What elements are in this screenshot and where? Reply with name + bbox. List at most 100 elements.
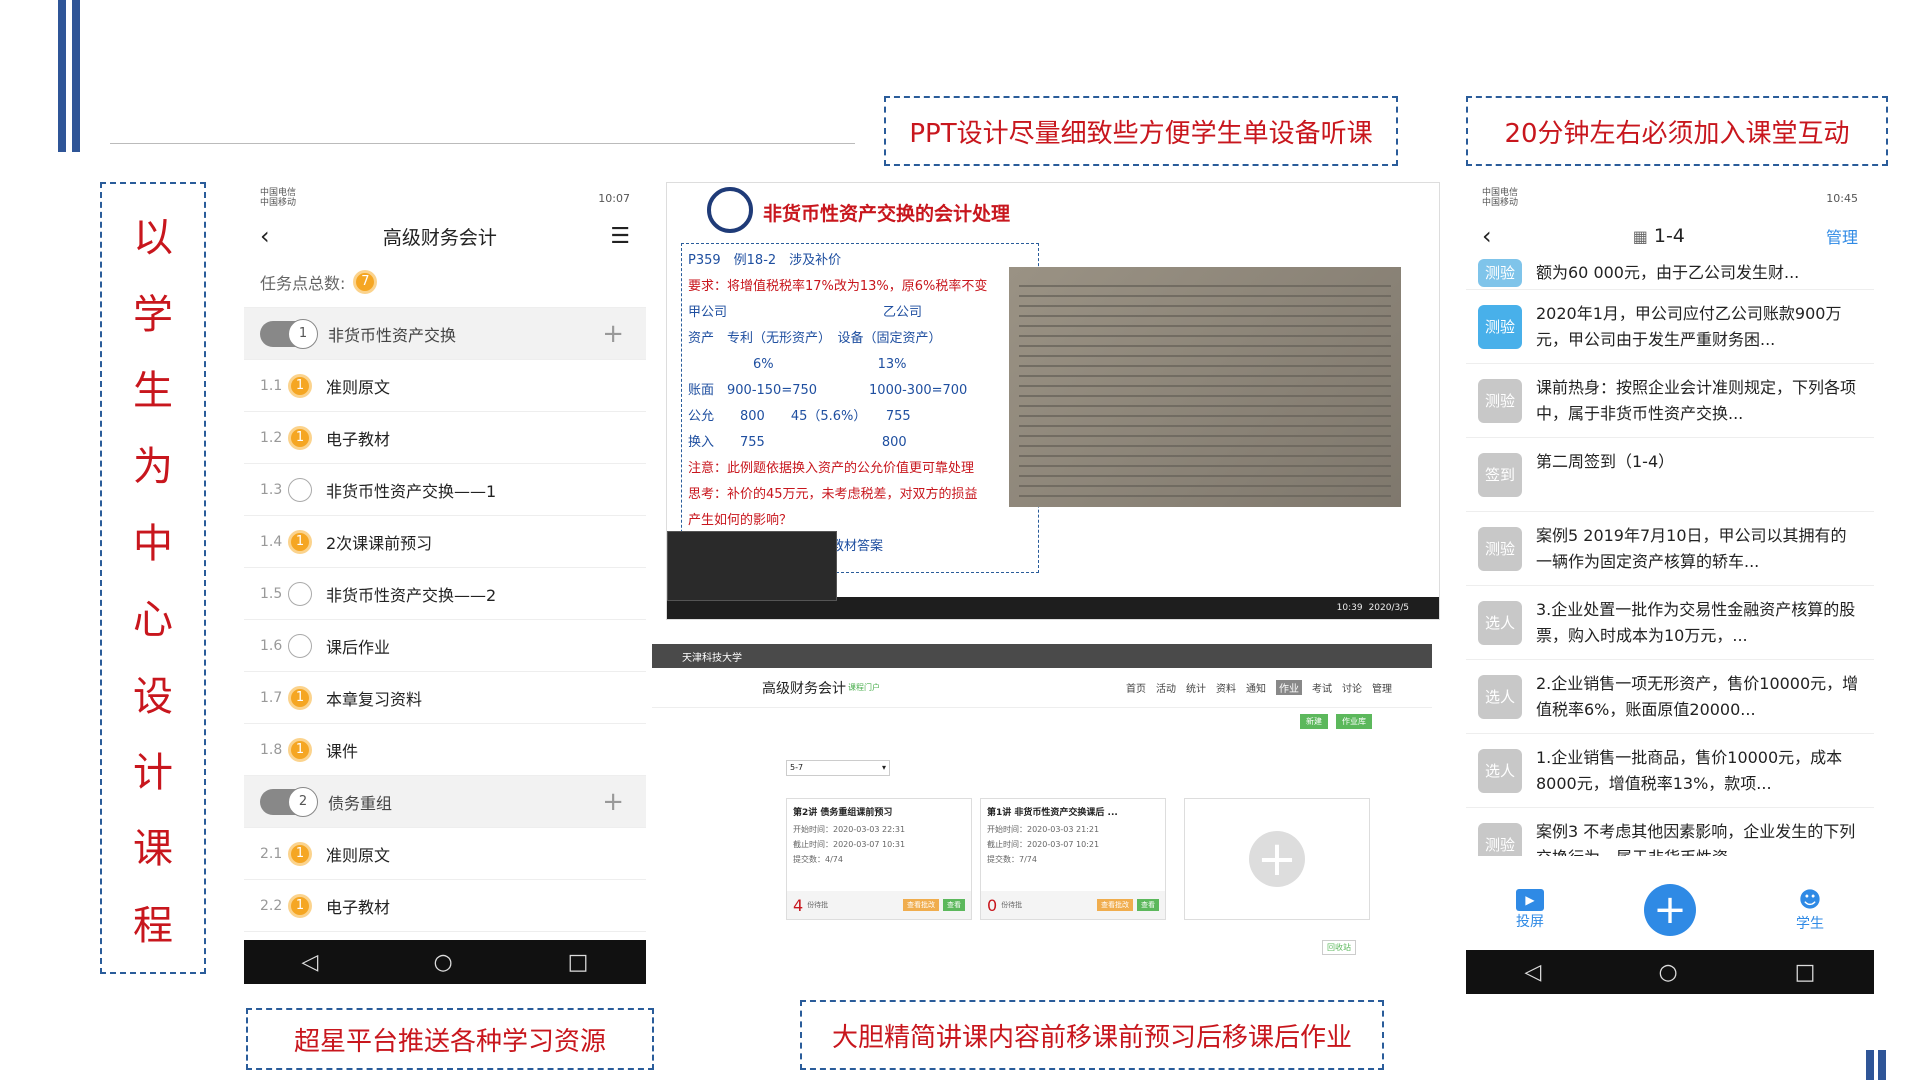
list-item[interactable]: 2.2 1 电子教材: [244, 880, 646, 932]
activity-item[interactable]: 选人 1.企业销售一批商品，售价10000元，成本8000元，增值税率13%，款项…: [1466, 734, 1874, 808]
back-icon[interactable]: ‹: [1482, 222, 1492, 250]
chapter-toggle[interactable]: 1: [260, 318, 318, 349]
item-label: 非货币性资产交换——1: [326, 481, 497, 501]
android-nav: ◁ ○ □: [244, 940, 646, 984]
students-tab[interactable]: ☻ 学生: [1796, 888, 1824, 933]
chapter-index: 2: [288, 786, 318, 817]
item-label: 准则原文: [326, 377, 391, 397]
nav-tab[interactable]: 统计: [1186, 680, 1206, 695]
projection-tab[interactable]: ▶ 投屏: [1516, 889, 1544, 931]
vertical-title-char: 计: [133, 749, 173, 796]
qr-icon[interactable]: ▦: [1633, 227, 1648, 246]
empty-circle-icon: [288, 477, 312, 502]
item-number: 1.5: [260, 585, 283, 602]
carrier-text: 中国电信 中国移动: [260, 188, 297, 208]
menu-icon[interactable]: ☰: [610, 224, 630, 249]
empty-circle-icon: [288, 633, 312, 658]
review-button[interactable]: 查看批改: [903, 899, 939, 911]
activity-tag: 测验: [1478, 258, 1522, 287]
nav-tab[interactable]: 资料: [1216, 680, 1236, 695]
filter-select[interactable]: 5-7 ▾: [786, 760, 890, 776]
back-triangle-icon[interactable]: ◁: [302, 950, 319, 975]
back-icon[interactable]: ‹: [260, 222, 270, 250]
chapter-toggle[interactable]: 2: [260, 786, 318, 817]
activity-item[interactable]: 选人 2.企业销售一项无形资产，售价10000元，增值税率6%，账面原值20000…: [1466, 660, 1874, 734]
web-header: 高级财务会计 课程门户 首页 活动 统计 资料 通知 作业 考试 讨论 管理: [652, 668, 1432, 708]
status-time: 10:07: [598, 191, 630, 205]
add-icon[interactable]: +: [602, 319, 624, 349]
task-badge: 1: [288, 373, 312, 398]
add-icon[interactable]: +: [602, 787, 624, 817]
home-circle-icon[interactable]: ○: [433, 950, 452, 975]
nav-tab[interactable]: 考试: [1312, 680, 1332, 695]
chapter-header[interactable]: 1 非货币性资产交换 +: [244, 308, 646, 360]
item-number: 2.1: [260, 845, 283, 862]
nav-tab[interactable]: 通知: [1246, 680, 1266, 695]
new-button[interactable]: 新建: [1300, 714, 1328, 729]
activity-item[interactable]: 签到 第二周签到（1-4）: [1466, 438, 1874, 512]
activity-text: 第二周签到（1-4）: [1536, 451, 1675, 471]
activity-item[interactable]: 测验 额为60 000元，由于乙公司发生财...: [1466, 256, 1874, 290]
item-number: 1.6: [260, 637, 283, 654]
list-item[interactable]: 1.4 1 2次课课前预习: [244, 516, 646, 568]
activity-item[interactable]: 选人 3.企业处置一批作为交易性金融资产核算的股票，购入时成本为10万元，...: [1466, 586, 1874, 660]
recents-square-icon[interactable]: □: [1795, 960, 1816, 985]
library-button[interactable]: 作业库: [1336, 714, 1372, 729]
list-item[interactable]: 1.3 非货币性资产交换——1: [244, 464, 646, 516]
add-activity-button[interactable]: +: [1644, 884, 1696, 936]
activity-item[interactable]: 测验 案例5 2019年7月10日，甲公司以其拥有的一辆作为固定资产核算的轿车..…: [1466, 512, 1874, 586]
callout-ppt: PPT设计尽量细致些方便学生单设备听课: [884, 96, 1398, 166]
item-label: 本章复习资料: [326, 689, 423, 709]
play-screen-icon: ▶: [1516, 889, 1544, 911]
view-button[interactable]: 查看: [943, 899, 965, 911]
activity-text: 案例3 不考虑其他因素影响，企业发生的下列交换行为，属于非货币性资...: [1536, 821, 1856, 857]
task-badge: 1: [288, 737, 312, 762]
list-item[interactable]: 2.1 1 准则原文: [244, 828, 646, 880]
ppt-line: P359 例18-2 涉及补价: [688, 253, 842, 268]
manage-button[interactable]: 管理: [1826, 224, 1858, 248]
activity-list: 测验 额为60 000元，由于乙公司发生财... 测验 2020年1月，甲公司应付乙公…: [1466, 256, 1874, 856]
pending-count: 0: [987, 895, 998, 915]
page-title: 高级财务会计: [382, 226, 497, 249]
status-time: 10:45: [1826, 191, 1858, 205]
recents-square-icon[interactable]: □: [568, 950, 589, 975]
activity-text: 2020年1月，甲公司应付乙公司账款900万元，甲公司由于发生严重财务困...: [1536, 303, 1842, 349]
back-triangle-icon[interactable]: ◁: [1525, 960, 1542, 985]
review-button[interactable]: 查看批改: [1097, 899, 1133, 911]
students-label: 学生: [1796, 915, 1824, 932]
chapter-list: 1 非货币性资产交换 +1.1 1 准则原文 1.2 1 电子教材 1.3 非货币性资产交换——1…: [244, 308, 646, 932]
activity-item[interactable]: 测验案例3 不考虑其他因素影响，企业发生的下列交换行为，属于非货币性资...: [1466, 808, 1874, 856]
homework-card[interactable]: 第2讲 债务重组课前预习 开始时间：2020-03-03 22:31 截止时间：20…: [786, 798, 972, 920]
callout-resources: 超星平台推送各种学习资源: [246, 1008, 654, 1070]
nav-tab[interactable]: 活动: [1156, 680, 1176, 695]
activity-text: 2.企业销售一项无形资产，售价10000元，增值税率6%，账面原值20000..…: [1536, 673, 1859, 719]
chapter-header[interactable]: 2 债务重组 +: [244, 776, 646, 828]
homework-card[interactable]: 第1讲 非货币性资产交换课后 ... 开始时间：2020-03-03 21:21 截…: [980, 798, 1166, 920]
web-nav: 首页 活动 统计 资料 通知 作业 考试 讨论 管理: [1126, 680, 1392, 695]
home-circle-icon[interactable]: ○: [1658, 960, 1677, 985]
list-item[interactable]: 1.5 非货币性资产交换——2: [244, 568, 646, 620]
view-button[interactable]: 查看: [1137, 899, 1159, 911]
nav-tab[interactable]: 作业: [1276, 680, 1302, 695]
recycle-bin[interactable]: 回收站: [1322, 940, 1356, 955]
ppt-line: 6% 13%: [688, 357, 907, 372]
nav-bar: ‹ 高级财务会计 ☰: [244, 216, 646, 256]
task-badge: 1: [288, 425, 312, 450]
web-screenshot: 天津科技大学 高级财务会计 课程门户 首页 活动 统计 资料 通知 作业 考试 讨论 管理 新建…: [652, 644, 1432, 964]
add-card[interactable]: +: [1184, 798, 1370, 920]
nav-tab[interactable]: 讨论: [1342, 680, 1362, 695]
list-item[interactable]: 1.8 1 课件: [244, 724, 646, 776]
ppt-logo: [707, 187, 753, 233]
activity-item[interactable]: 测验 2020年1月，甲公司应付乙公司账款900万元，甲公司由于发生严重财务困..…: [1466, 290, 1874, 364]
activity-tag: 测验: [1478, 822, 1522, 856]
list-item[interactable]: 1.1 1 准则原文: [244, 360, 646, 412]
vertical-title-char: 以: [133, 215, 173, 262]
list-item[interactable]: 1.2 1 电子教材: [244, 412, 646, 464]
list-item[interactable]: 1.6 课后作业: [244, 620, 646, 672]
nav-tab[interactable]: 首页: [1126, 680, 1146, 695]
list-item[interactable]: 1.7 1 本章复习资料: [244, 672, 646, 724]
card-title: 第1讲 非货币性资产交换课后 ...: [987, 808, 1118, 818]
activity-item[interactable]: 测验 课前热身：按照企业会计准则规定，下列各项中，属于非货币性资产交换...: [1466, 364, 1874, 438]
course-portal-link[interactable]: 课程门户: [848, 682, 880, 693]
nav-tab[interactable]: 管理: [1372, 680, 1392, 695]
